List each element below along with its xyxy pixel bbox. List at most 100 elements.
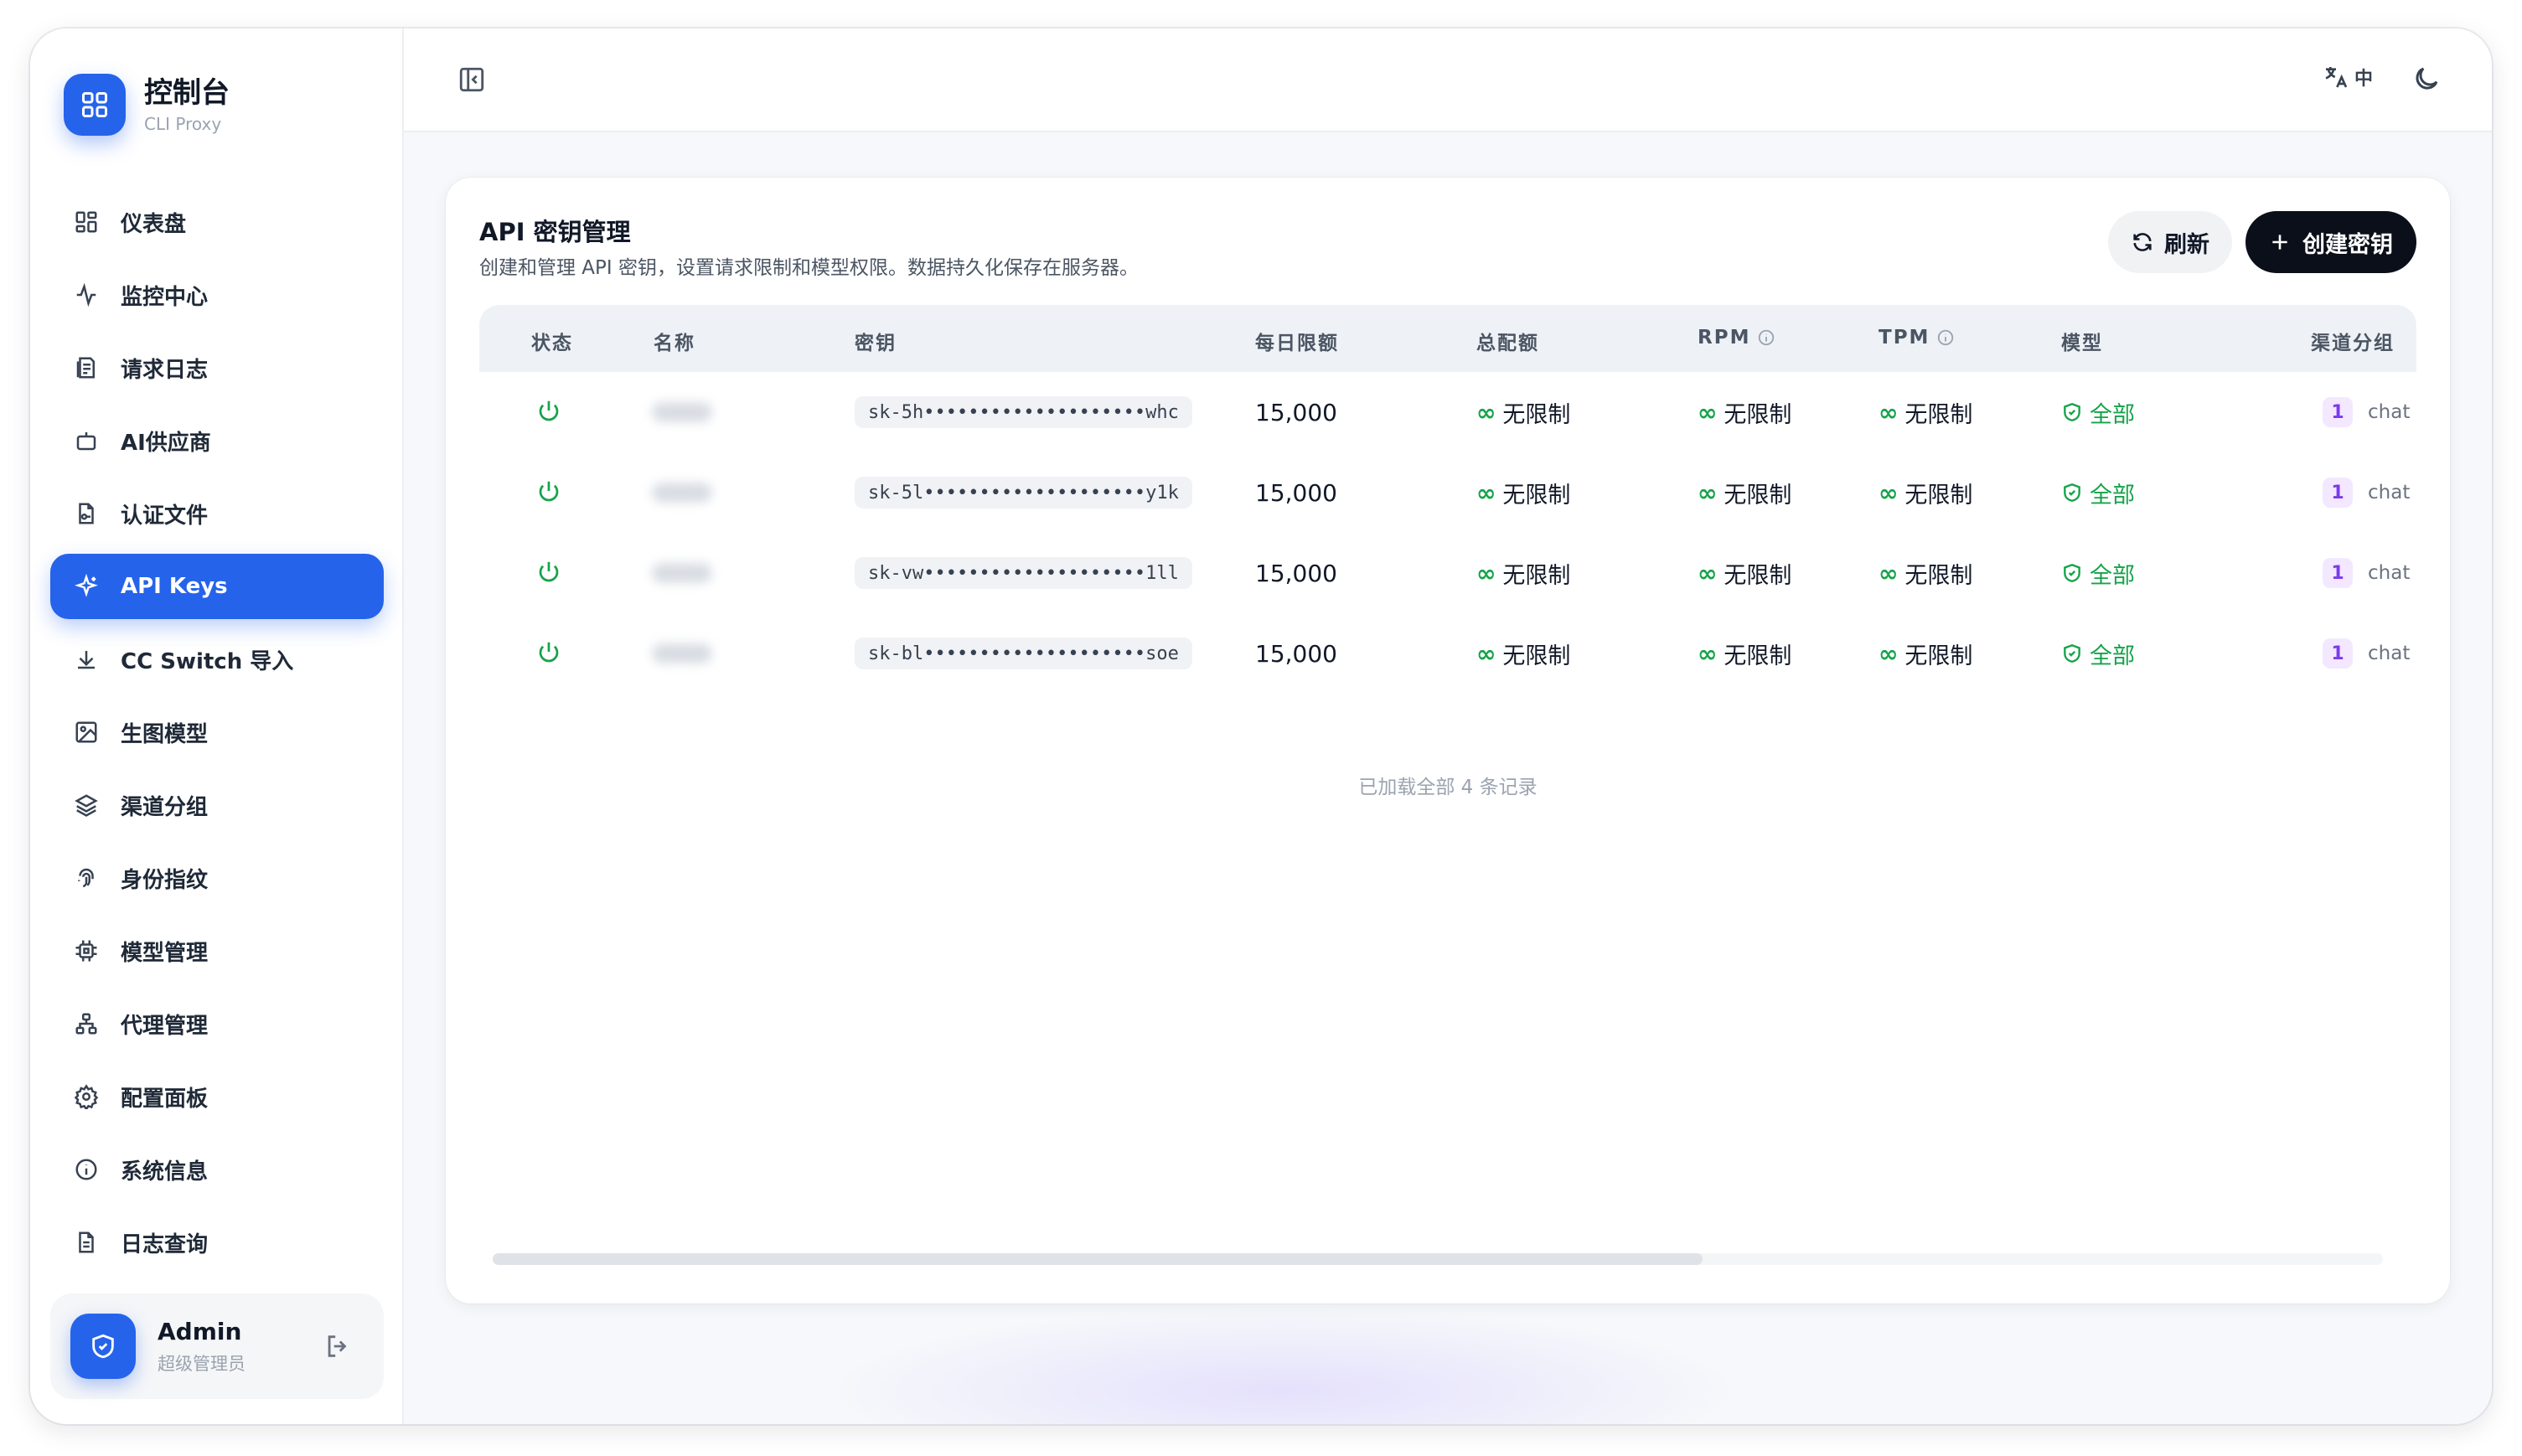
sidebar-item-label: 生图模型 bbox=[121, 721, 209, 747]
infinity-icon: ∞ bbox=[1879, 478, 1899, 507]
col-tpm-label: TPM bbox=[1879, 327, 1930, 349]
sidebar-item-system-info[interactable]: 系统信息 bbox=[50, 1137, 384, 1202]
col-channel-group[interactable]: 渠道分组 bbox=[2311, 327, 2416, 355]
shield-check-icon bbox=[2061, 401, 2083, 423]
col-status[interactable]: 状态 bbox=[531, 327, 573, 355]
topbar: 中 bbox=[404, 28, 2492, 132]
sidebar-item-log-query[interactable]: 日志查询 bbox=[50, 1210, 384, 1275]
table-footnote: 已加载全部 4 条记录 bbox=[1358, 777, 1537, 798]
shield-check-icon bbox=[2061, 643, 2083, 664]
horizontal-scrollbar[interactable] bbox=[493, 1253, 2383, 1265]
col-total-quota[interactable]: 总配额 bbox=[1476, 327, 1539, 355]
status-toggle[interactable] bbox=[536, 613, 561, 694]
refresh-button[interactable]: 刷新 bbox=[2108, 211, 2232, 273]
cpu-icon bbox=[75, 940, 97, 962]
status-toggle[interactable] bbox=[536, 452, 561, 533]
sidebar-item-proxy-management[interactable]: 代理管理 bbox=[50, 991, 384, 1056]
sidebar-item-channel-groups[interactable]: 渠道分组 bbox=[50, 772, 384, 838]
blurred-name bbox=[652, 643, 712, 663]
bot-icon bbox=[76, 432, 96, 451]
shield-check-icon bbox=[2061, 482, 2083, 503]
sidebar-item-label: 认证文件 bbox=[121, 503, 209, 529]
network-icon bbox=[75, 1013, 97, 1035]
rpm-cell: ∞ 无限制 bbox=[1698, 533, 1791, 613]
sidebar-item-image-models[interactable]: 生图模型 bbox=[50, 700, 384, 765]
sidebar-item-label: 代理管理 bbox=[121, 1013, 209, 1039]
daily-limit-value: 15,000 bbox=[1255, 559, 1337, 587]
status-toggle[interactable] bbox=[536, 533, 561, 613]
sidebar-item-label: 系统信息 bbox=[121, 1159, 209, 1185]
key-cell[interactable]: sk-5l••••••••••••••••••••y1k bbox=[855, 452, 1192, 533]
daily-limit-value: 15,000 bbox=[1255, 639, 1337, 668]
col-rpm-label: RPM bbox=[1698, 327, 1751, 349]
rpm-value: 无限制 bbox=[1724, 401, 1792, 428]
infinity-icon: ∞ bbox=[1879, 398, 1899, 426]
col-name[interactable]: 名称 bbox=[654, 327, 695, 355]
table-row: sk-bl••••••••••••••••••••soe 15,000 ∞ 无限制 ∞ 无… bbox=[479, 613, 2416, 694]
blurred-name bbox=[652, 402, 712, 422]
infinity-icon: ∞ bbox=[1698, 639, 1718, 668]
gear-icon bbox=[74, 1084, 99, 1109]
sidebar-item-auth-files[interactable]: 认证文件 bbox=[50, 481, 384, 546]
create-key-button[interactable]: 创建密钥 bbox=[2246, 211, 2416, 273]
download-icon bbox=[78, 651, 95, 669]
sidebar-item-api-keys[interactable]: API Keys bbox=[50, 554, 384, 619]
channel-name: chat bbox=[2368, 562, 2411, 584]
infinity-icon: ∞ bbox=[1476, 478, 1496, 507]
moon-icon[interactable] bbox=[2411, 64, 2442, 94]
total-quota-cell: ∞ 无限制 bbox=[1476, 452, 1570, 533]
tpm-value: 无限制 bbox=[1904, 643, 1973, 669]
shield-avatar-icon bbox=[70, 1314, 136, 1379]
api-key-value[interactable]: sk-5h••••••••••••••••••••whc bbox=[855, 396, 1192, 428]
activity-icon bbox=[76, 282, 96, 307]
infinity-icon: ∞ bbox=[1476, 639, 1496, 668]
scrollbar-thumb[interactable] bbox=[493, 1253, 1703, 1265]
rpm-cell: ∞ 无限制 bbox=[1698, 452, 1791, 533]
logout-icon[interactable] bbox=[323, 1332, 352, 1360]
tpm-cell: ∞ 无限制 bbox=[1879, 613, 1972, 694]
api-key-value[interactable]: sk-5l••••••••••••••••••••y1k bbox=[855, 477, 1192, 509]
info-icon[interactable] bbox=[1936, 328, 1955, 347]
sidebar-item-monitor[interactable]: 监控中心 bbox=[50, 262, 384, 328]
model-value: 全部 bbox=[2090, 562, 2135, 589]
api-keys-table: 状态 名称 密钥 每日限额 总配额 RPM TPM 模型 渠道分组 sk-5h•… bbox=[479, 305, 2416, 1252]
col-daily-limit[interactable]: 每日限额 bbox=[1255, 327, 1339, 355]
app-window: 控制台 CLI Proxy 仪表盘 监控中心 请求日志 AI供应商 认证文件 A… bbox=[30, 28, 2492, 1424]
table-body: sk-5h••••••••••••••••••••whc 15,000 ∞ 无限制 ∞ 无… bbox=[479, 372, 2416, 694]
sidebar-collapse-icon[interactable] bbox=[457, 65, 486, 94]
channel-name: chat bbox=[2368, 401, 2411, 423]
page-description: 创建和管理 API 密钥，设置请求限制和模型权限。数据持久化保存在服务器。 bbox=[479, 257, 1140, 279]
sidebar-item-label: API Keys bbox=[121, 574, 228, 599]
key-cell[interactable]: sk-5h••••••••••••••••••••whc bbox=[855, 372, 1192, 452]
sidebar-item-fingerprints[interactable]: 身份指纹 bbox=[50, 845, 384, 911]
sidebar-item-ai-providers[interactable]: AI供应商 bbox=[50, 408, 384, 473]
api-key-value[interactable]: sk-bl••••••••••••••••••••soe bbox=[855, 638, 1192, 669]
rpm-value: 无限制 bbox=[1724, 562, 1792, 589]
model-cell: 全部 bbox=[2061, 452, 2135, 533]
sidebar-item-label: 请求日志 bbox=[121, 357, 209, 383]
key-cell[interactable]: sk-vw••••••••••••••••••••1ll bbox=[855, 533, 1192, 613]
sidebar-item-cc-switch-import[interactable]: CC Switch 导入 bbox=[50, 627, 384, 692]
channel-count-badge: 1 bbox=[2323, 397, 2353, 427]
info-icon[interactable] bbox=[1757, 328, 1775, 347]
status-toggle[interactable] bbox=[536, 372, 561, 452]
main-area: 中 API 密钥管理 创建和管理 API 密钥，设置请求限制和模型权限。数据持久… bbox=[404, 28, 2492, 1424]
table-row: sk-5l••••••••••••••••••••y1k 15,000 ∞ 无限制 ∞ 无… bbox=[479, 452, 2416, 533]
col-model[interactable]: 模型 bbox=[2061, 327, 2103, 355]
sidebar-item-request-logs[interactable]: 请求日志 bbox=[50, 335, 384, 400]
col-tpm[interactable]: TPM bbox=[1879, 327, 1955, 349]
col-key[interactable]: 密钥 bbox=[855, 327, 897, 355]
sidebar-item-model-management[interactable]: 模型管理 bbox=[50, 918, 384, 984]
refresh-icon bbox=[2133, 233, 2152, 251]
channel-count-badge: 1 bbox=[2323, 478, 2353, 508]
key-cell[interactable]: sk-bl••••••••••••••••••••soe bbox=[855, 613, 1192, 694]
col-rpm[interactable]: RPM bbox=[1698, 327, 1775, 349]
api-key-value[interactable]: sk-vw••••••••••••••••••••1ll bbox=[855, 557, 1192, 589]
sidebar-nav: 仪表盘 监控中心 请求日志 AI供应商 认证文件 API Keys CC Swi… bbox=[50, 189, 384, 1283]
sidebar-item-dashboard[interactable]: 仪表盘 bbox=[50, 189, 384, 255]
sidebar-item-config-panel[interactable]: 配置面板 bbox=[50, 1064, 384, 1129]
language-toggle[interactable]: 中 bbox=[2323, 64, 2373, 90]
document-icon bbox=[79, 1231, 94, 1253]
translate-icon bbox=[2325, 67, 2348, 88]
model-value: 全部 bbox=[2090, 643, 2135, 669]
